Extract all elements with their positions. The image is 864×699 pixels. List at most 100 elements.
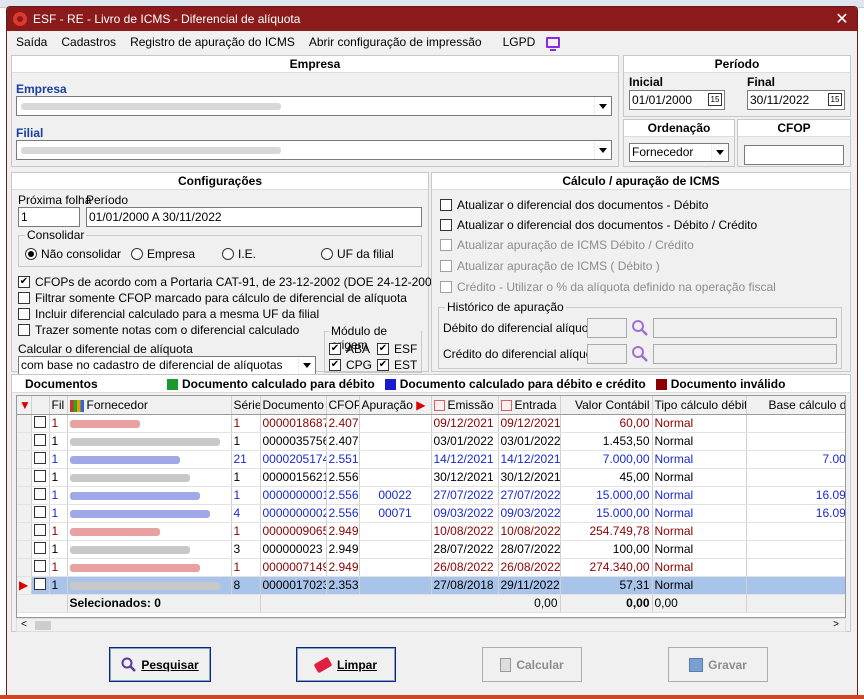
check-aba[interactable]: ✔ ABA [329, 342, 370, 356]
table-row[interactable]: 1 1 0000018687 2.407 09/12/2021 09/12/2021 60,… [17, 414, 845, 433]
scroll-right-icon[interactable]: > [833, 619, 839, 630]
horizontal-scrollbar[interactable]: < > [16, 618, 846, 632]
inicial-date-input[interactable]: 01/01/2000 15 [629, 90, 725, 110]
chevron-down-icon[interactable] [594, 97, 611, 115]
check-cfop-cat91[interactable]: ✔ CFOPs de acordo com a Portaria CAT-91, … [18, 275, 442, 289]
limpar-label: Limpar [336, 657, 377, 672]
checkbox[interactable] [33, 505, 46, 518]
radio-uf-filial[interactable]: UF da filial [321, 247, 394, 261]
magnifier-icon[interactable] [631, 345, 649, 363]
check-incluir-mesma-uf[interactable]: Incluir diferencial calculado para a mes… [18, 307, 319, 321]
table-row[interactable]: 1 4 0000000002 2.556 00071 09/03/2022 09/03/20… [17, 504, 845, 523]
checkbox[interactable] [33, 415, 46, 428]
col-base-calculo[interactable]: Base cálculo débi [746, 396, 845, 415]
check-cpg[interactable]: ✔ CPG [329, 358, 372, 372]
table-row[interactable]: ▶ 1 8 0000017023 2.353 27/08/2018 29/11/2022 57… [17, 576, 845, 595]
check-est[interactable]: ✔ EST [377, 358, 417, 372]
empresa-select[interactable] [16, 96, 612, 116]
credito-code-input[interactable] [587, 344, 627, 364]
row-checkbox[interactable] [31, 504, 50, 523]
credito-desc-input[interactable] [653, 344, 837, 364]
calcular-button[interactable]: Calcular [482, 647, 582, 682]
chevron-down-icon[interactable] [711, 144, 728, 161]
row-checkbox[interactable] [31, 522, 50, 541]
checkbox[interactable] [33, 487, 46, 500]
row-checkbox[interactable] [31, 414, 50, 433]
row-checkbox[interactable] [31, 486, 50, 505]
checkbox[interactable] [33, 451, 46, 464]
col-fil[interactable]: Fil [49, 396, 68, 415]
calcular-diferencial-select[interactable]: com base no cadastro de diferencial de a… [18, 356, 316, 375]
filial-value-redacted [21, 147, 281, 154]
col-tipo-calculo[interactable]: Tipo cálculo débito [652, 396, 747, 415]
checkbox[interactable] [33, 559, 46, 572]
scroll-left-icon[interactable]: < [21, 619, 27, 630]
check-apuracao-debito[interactable]: Atualizar apuração de ICMS ( Débito ) [440, 259, 660, 273]
check-atualizar-debito[interactable]: Atualizar o diferencial dos documentos -… [440, 198, 708, 212]
cfop-input[interactable] [744, 145, 844, 165]
checkbox[interactable] [33, 577, 46, 590]
row-checkbox[interactable] [31, 468, 50, 487]
col-serie[interactable]: Série [231, 396, 261, 415]
periodo-config-input[interactable]: 01/01/2000 A 30/11/2022 [86, 207, 422, 227]
magnifier-icon[interactable] [631, 319, 649, 337]
col-fornecedor[interactable]: Fornecedor [67, 396, 232, 415]
debito-desc-input[interactable] [653, 318, 837, 338]
radio-ie[interactable]: I.E. [222, 247, 256, 261]
col-emissao[interactable]: Emissão [431, 396, 499, 415]
menu-lgpd[interactable]: LGPD [489, 35, 568, 52]
col-apuracao[interactable]: Apuração ▶ [359, 396, 432, 415]
col-entrada[interactable]: Entrada [498, 396, 561, 415]
debito-code-input[interactable] [587, 318, 627, 338]
chevron-down-icon[interactable] [298, 357, 315, 374]
pesquisar-button[interactable]: Pesquisar [109, 647, 211, 682]
check-apuracao-debito-credito[interactable]: Atualizar apuração de ICMS Débito / Créd… [440, 238, 694, 252]
col-cfop[interactable]: CFOP [326, 396, 360, 415]
scroll-thumb[interactable] [35, 621, 51, 630]
menu-saida[interactable]: Saída [9, 35, 54, 49]
close-icon[interactable]: ✕ [827, 9, 857, 29]
table-row[interactable]: 1 21 0000205174 2.551 14/12/2021 14/12/2021 7.… [17, 450, 845, 469]
documentos-grid[interactable]: ▼ Fil Fornecedor Série Documento CFOP Ap… [16, 395, 846, 618]
menu-registro-apuracao[interactable]: Registro de apuração do ICMS [123, 35, 302, 49]
checkbox[interactable] [33, 469, 46, 482]
check-atualizar-debito-credito[interactable]: Atualizar o diferencial dos documentos -… [440, 218, 757, 232]
menu-abrir-config-impressao[interactable]: Abrir configuração de impressão [302, 35, 489, 49]
col-check[interactable] [31, 396, 50, 415]
col-documento[interactable]: Documento [260, 396, 327, 415]
checkbox[interactable] [33, 433, 46, 446]
menu-cadastros[interactable]: Cadastros [54, 35, 123, 49]
chevron-down-icon[interactable] [594, 141, 611, 159]
check-filtrar-cfop[interactable]: Filtrar somente CFOP marcado para cálcul… [18, 291, 407, 305]
cell-base-calculo: 0,0 [746, 414, 845, 433]
row-checkbox[interactable] [31, 450, 50, 469]
limpar-button[interactable]: Limpar [296, 647, 396, 682]
col-valor-contabil[interactable]: Valor Contábil [560, 396, 653, 415]
table-row[interactable]: 1 3 000000023 2.949 28/07/2022 28/07/2022 100,… [17, 540, 845, 559]
cell-base-calculo: 16.097,5 [746, 486, 845, 505]
check-credito-aliquota[interactable]: Crédito - Utilizar o % da alíquota defin… [440, 280, 776, 294]
row-checkbox[interactable] [31, 558, 50, 577]
checkbox[interactable] [33, 541, 46, 554]
table-row[interactable]: 1 1 0000015621 2.556 30/12/2021 30/12/2021 45,… [17, 468, 845, 487]
final-date-input[interactable]: 30/11/2022 15 [747, 90, 845, 110]
table-row[interactable]: 1 1 0000035756 2.407 03/01/2022 03/01/2022 1.4… [17, 432, 845, 451]
gravar-button[interactable]: Gravar [668, 647, 768, 682]
table-row[interactable]: 1 1 0000000001 2.556 00022 27/07/2022 27/07/20… [17, 486, 845, 505]
table-row[interactable]: 1 1 0000009065 2.949 10/08/2022 10/08/2022 254… [17, 522, 845, 541]
ordenacao-select[interactable]: Fornecedor [629, 143, 729, 162]
checkbox[interactable] [33, 523, 46, 536]
sort-arrow-icon[interactable]: ▼ [17, 396, 32, 415]
filial-select[interactable] [16, 140, 612, 160]
row-checkbox[interactable] [31, 432, 50, 451]
proxima-folha-input[interactable]: 1 [18, 207, 80, 227]
radio-empresa[interactable]: Empresa [131, 247, 195, 261]
check-trazer-somente[interactable]: Trazer somente notas com o diferencial c… [18, 323, 299, 337]
calendar-icon[interactable]: 15 [828, 93, 842, 106]
row-checkbox[interactable] [31, 540, 50, 559]
check-esf[interactable]: ✔ ESF [377, 342, 417, 356]
radio-nao-consolidar[interactable]: Não consolidar [25, 247, 121, 261]
calendar-icon[interactable]: 15 [708, 93, 722, 106]
row-checkbox[interactable] [31, 576, 50, 595]
table-row[interactable]: 1 1 0000007149 2.949 26/08/2022 26/08/2022 274… [17, 558, 845, 577]
